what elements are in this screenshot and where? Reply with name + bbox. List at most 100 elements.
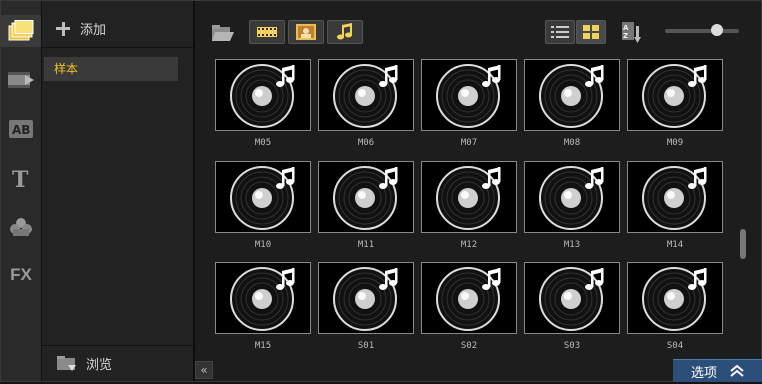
sort-icon[interactable]: AZ [622, 22, 644, 48]
zoom-slider-handle[interactable] [711, 24, 723, 36]
fx-label: FX [10, 265, 32, 284]
library-item-samples[interactable]: 样本 [44, 57, 178, 81]
plus-icon [56, 21, 70, 36]
add-label: 添加 [80, 23, 107, 38]
photo-filter-button[interactable] [288, 20, 324, 44]
thumbnail-item[interactable]: M08 [524, 59, 620, 148]
thumbnail-label: M14 [666, 240, 684, 250]
category-rail: AB T FX [1, 1, 42, 381]
thumbnail-item[interactable]: M14 [627, 161, 723, 250]
library-panel: 添加 样本 浏览 [42, 1, 195, 381]
audio-thumbnail [318, 59, 414, 131]
thumbnail-label: S04 [666, 341, 684, 349]
thumbnail-label: M06 [357, 138, 375, 148]
thumbnail-item[interactable]: S03 [524, 262, 620, 349]
audio-filter-button[interactable] [327, 20, 363, 44]
audio-thumbnail [421, 161, 517, 233]
options-button[interactable]: 选项 [673, 359, 762, 382]
photo-filter-icon [296, 24, 316, 40]
folder-icon[interactable] [211, 23, 235, 47]
svg-text:Z: Z [623, 32, 628, 40]
svg-text:T: T [12, 168, 29, 190]
options-label: 选项 [690, 365, 717, 381]
music-disc-icon [539, 166, 604, 230]
thumbnail-item[interactable]: S02 [421, 262, 517, 349]
thumbnail-item[interactable]: M07 [421, 59, 517, 148]
music-disc-icon [436, 166, 501, 230]
music-disc-icon [333, 166, 398, 230]
audio-thumbnail [215, 161, 311, 233]
thumbnail-label: M11 [357, 240, 375, 250]
thumbnail-item[interactable]: M06 [318, 59, 414, 148]
video-filter-button[interactable] [249, 20, 285, 44]
thumbnail-item[interactable]: M13 [524, 161, 620, 250]
thumbnail-label: S02 [460, 341, 478, 349]
thumbnail-item[interactable]: M09 [627, 59, 723, 148]
audio-thumbnail [524, 161, 620, 233]
music-disc-icon [230, 64, 295, 128]
audio-thumbnail [627, 59, 723, 131]
zoom-slider-track[interactable] [665, 29, 739, 33]
media-panel: AZ M05 M06 M07 M08 M09 M10 M11 M12 M13 M14 M15 S01 S… [195, 1, 761, 381]
thumbnail-view-icon [583, 25, 599, 39]
thumbnail-label: M15 [254, 341, 272, 349]
audio-thumbnail [627, 262, 723, 334]
thumbnail-item[interactable]: S04 [627, 262, 723, 349]
thumbnail-item[interactable]: M11 [318, 161, 414, 250]
list-view-button[interactable] [545, 20, 575, 44]
thumbnail-label: M13 [563, 240, 581, 250]
text-icon[interactable]: T [5, 163, 37, 195]
app-window: AB T FX 添加 样本 浏览 A Z M05 M06 M07 M08 M09… [0, 0, 762, 382]
thumbnail-label: M08 [563, 138, 581, 148]
thumbnail-grid: M05 M06 M07 M08 M09 M10 M11 M12 M13 M14 M15 S01 S02 S… [215, 59, 725, 349]
thumbnail-label: M09 [666, 138, 684, 148]
thumbnail-item[interactable]: S01 [318, 262, 414, 349]
library-header: 添加 [42, 1, 193, 48]
transition-icon[interactable] [5, 64, 37, 96]
music-disc-icon [333, 267, 398, 331]
music-disc-icon [539, 64, 604, 128]
video-filter-icon [257, 27, 277, 37]
browse-button[interactable]: 浏览 [56, 354, 112, 373]
music-disc-icon [436, 267, 501, 331]
music-disc-icon [642, 166, 707, 230]
audio-thumbnail [215, 262, 311, 334]
list-view-icon [551, 26, 569, 38]
browse-label: 浏览 [86, 358, 113, 373]
vertical-scrollbar[interactable] [740, 229, 746, 259]
graphics-icon[interactable] [5, 211, 37, 243]
browse-icon [57, 355, 76, 371]
audio-thumbnail [421, 262, 517, 334]
media-library-icon[interactable] [1, 15, 41, 47]
music-disc-icon [539, 267, 604, 331]
fx-icon[interactable]: FX [5, 259, 37, 291]
music-disc-icon [436, 64, 501, 128]
thumbnail-item[interactable]: M12 [421, 161, 517, 250]
audio-thumbnail [318, 161, 414, 233]
audio-thumbnail [421, 59, 517, 131]
thumbnail-label: M05 [254, 138, 272, 148]
music-disc-icon [642, 64, 707, 128]
thumbnail-item[interactable]: M05 [215, 59, 311, 148]
thumbnail-item[interactable]: M10 [215, 161, 311, 250]
add-button[interactable]: 添加 [56, 19, 106, 38]
title-ab-icon[interactable]: AB [5, 113, 37, 145]
music-disc-icon [230, 267, 295, 331]
toolbar: AZ [195, 1, 761, 47]
svg-text:A: A [623, 24, 629, 32]
audio-thumbnail [524, 59, 620, 131]
library-footer: 浏览 [42, 345, 193, 382]
double-chevron-up-icon [730, 365, 744, 377]
thumbnail-item[interactable]: M15 [215, 262, 311, 349]
svg-text:AB: AB [12, 123, 30, 137]
audio-thumbnail [627, 161, 723, 233]
thumbnail-view-button[interactable] [576, 20, 606, 44]
thumbnail-label: M10 [254, 240, 272, 250]
music-disc-icon [642, 267, 707, 331]
thumbnail-label: S03 [563, 341, 581, 349]
thumbnail-label: S01 [357, 341, 375, 349]
audio-thumbnail [524, 262, 620, 334]
thumbnail-label: M12 [460, 240, 478, 250]
collapse-library-button[interactable]: « [195, 361, 213, 379]
audio-filter-icon [337, 23, 352, 40]
